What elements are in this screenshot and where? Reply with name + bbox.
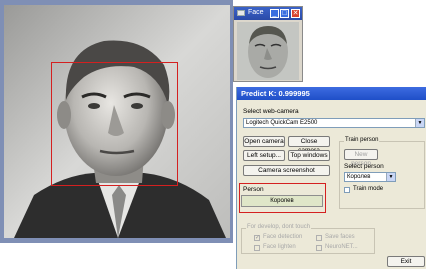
predict-dialog: Predict K: 0.999995 Select web-camera Lo…: [236, 87, 426, 269]
close-camera-button[interactable]: Close camera: [288, 136, 330, 154]
train-person-label: Train person: [344, 137, 380, 143]
person-label: Person: [243, 186, 264, 193]
minimize-icon[interactable]: _: [270, 9, 279, 18]
save-faces-checkbox[interactable]: [316, 235, 322, 241]
camera-window: [0, 0, 233, 243]
train-mode-checkbox[interactable]: [344, 187, 350, 193]
webcam-value: Logitech QuickCam E2500: [246, 120, 318, 126]
face-window-titlebar[interactable]: Face _ □ ✕: [234, 7, 302, 20]
face-window-title: Face: [248, 9, 264, 16]
develop-group-label: For develop, dont touch: [246, 224, 312, 230]
face-crop-image: [237, 22, 299, 80]
select-person-label: Select person: [344, 163, 384, 170]
open-camera-button[interactable]: Open camera: [243, 136, 285, 147]
selected-person-value: Королев: [347, 174, 371, 180]
face-lighten-label: Face lighten: [263, 244, 296, 250]
face-lighten-checkbox[interactable]: [254, 245, 260, 251]
maximize-icon[interactable]: □: [280, 9, 289, 18]
face-window: Face _ □ ✕: [233, 6, 303, 82]
camera-screenshot-button[interactable]: Camera screenshot: [243, 165, 330, 176]
face-detection-checkbox[interactable]: ✓: [254, 235, 260, 241]
select-webcam-label: Select web-camera: [243, 108, 299, 115]
chevron-down-icon[interactable]: ▼: [415, 119, 424, 127]
save-faces-label: Save faces: [325, 234, 355, 240]
face-detection-box: [51, 62, 178, 186]
close-icon[interactable]: ✕: [291, 9, 300, 18]
face-detection-label: Face detection: [263, 234, 303, 240]
dialog-titlebar[interactable]: Predict K: 0.999995: [237, 87, 426, 100]
exit-button[interactable]: Exit: [387, 256, 425, 267]
person-result-field: Королев: [241, 195, 323, 207]
new-person-button[interactable]: New person: [344, 149, 378, 167]
window-icon: [237, 10, 245, 16]
develop-group: For develop, dont touch ✓ Face detection…: [241, 224, 375, 254]
person-select[interactable]: Королев ▼: [344, 172, 396, 182]
neuronet-checkbox[interactable]: [316, 245, 322, 251]
chevron-down-icon[interactable]: ▼: [386, 173, 395, 181]
top-windows-button[interactable]: Top windows: [288, 150, 330, 161]
webcam-select[interactable]: Logitech QuickCam E2500 ▼: [243, 118, 425, 128]
train-mode-label: Train mode: [353, 186, 384, 192]
dialog-title: Predict K: 0.999995: [241, 89, 310, 98]
left-setup-button[interactable]: Left setup...: [243, 150, 285, 161]
neuronet-label: NeuroNET...: [325, 244, 358, 250]
train-person-group: Train person New person Select person Ко…: [339, 137, 425, 209]
